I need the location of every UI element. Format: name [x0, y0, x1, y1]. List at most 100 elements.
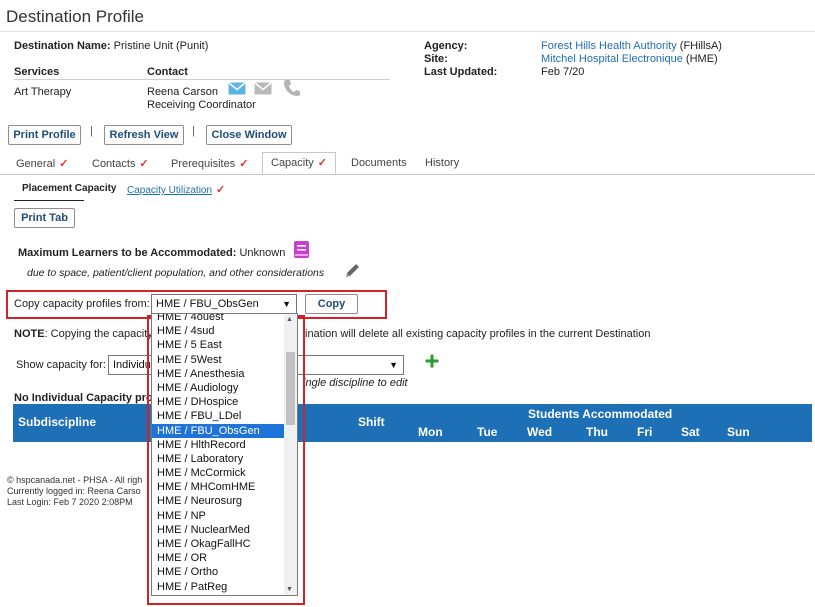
agency-label: Agency:	[424, 40, 468, 52]
agency-row: Forest Hills Health Authority (FHillsA)	[541, 40, 722, 52]
subtab-placement-capacity[interactable]: Placement Capacity	[22, 183, 117, 194]
max-learners-value: Unknown	[239, 247, 286, 259]
column-day-fri: Fri	[637, 425, 653, 439]
dropdown-option[interactable]: HME / FBU_LDel	[152, 409, 285, 423]
dropdown-option[interactable]: HME / Neurosurg	[152, 494, 285, 508]
dropdown-option[interactable]: HME / NP	[152, 509, 285, 523]
copy-profiles-selected: HME / FBU_ObsGen	[156, 298, 259, 310]
column-subdiscipline: Subdiscipline	[18, 415, 97, 429]
tab-label: General	[16, 158, 56, 170]
mail-icon[interactable]	[254, 82, 272, 98]
dropdown-option[interactable]: HME / McCormick	[152, 466, 285, 480]
scrollbar-thumb[interactable]	[286, 352, 295, 426]
print-tab-button[interactable]: Print Tab	[14, 208, 75, 228]
dropdown-option[interactable]: HME / 4sud	[152, 324, 285, 338]
dropdown-option[interactable]: HME / NuclearMed	[152, 523, 285, 537]
considerations-note: due to space, patient/client population,…	[27, 267, 325, 279]
column-day-sun: Sun	[727, 425, 750, 439]
toolbar-separator: |	[192, 125, 195, 137]
max-learners-label: Maximum Learners to be Accommodated:	[18, 247, 237, 259]
copy-profiles-label: Copy capacity profiles from:	[14, 298, 150, 310]
dropdown-option[interactable]: HME / FBU_ObsGen	[152, 423, 285, 438]
dropdown-scrollbar[interactable]: ▲ ▼	[284, 314, 297, 595]
phone-icon[interactable]	[283, 79, 301, 100]
tab-label: Prerequisites	[171, 158, 236, 170]
book-icon[interactable]	[293, 240, 310, 262]
column-shift: Shift	[358, 415, 385, 429]
check-icon: ✓	[216, 184, 226, 196]
scroll-up-icon[interactable]: ▲	[286, 316, 293, 323]
dropdown-option[interactable]: HME / 4ouest	[152, 314, 285, 324]
tab-documents[interactable]: Documents	[351, 157, 407, 169]
dropdown-option[interactable]: HME / DHospice	[152, 395, 285, 409]
column-day-tue: Tue	[477, 425, 498, 439]
refresh-view-button[interactable]: Refresh View	[104, 125, 184, 145]
toolbar-separator: |	[90, 125, 93, 137]
tab-prerequisites[interactable]: Prerequisites ✓	[171, 157, 248, 170]
add-icon[interactable]	[425, 354, 439, 371]
close-window-button[interactable]: Close Window	[206, 125, 292, 145]
dropdown-arrow-icon: ▼	[389, 360, 398, 370]
note-text-left: : Copying the capacity	[44, 328, 153, 340]
column-day-sat: Sat	[681, 425, 700, 439]
copy-note-left: NOTE: Copying the capacity	[14, 328, 153, 340]
contact-name: Reena Carson	[147, 86, 218, 98]
tab-history[interactable]: History	[425, 157, 459, 169]
tab-label: Contacts	[92, 158, 136, 170]
print-profile-button[interactable]: Print Profile	[8, 125, 81, 145]
dropdown-option[interactable]: HME / PatReg	[152, 580, 285, 594]
tab-contacts[interactable]: Contacts ✓	[92, 157, 149, 170]
destination-name-row: Destination Name: Pristine Unit (Punit)	[14, 40, 208, 52]
dropdown-option[interactable]: HME / Anesthesia	[152, 367, 285, 381]
dropdown-option[interactable]: HME / Laboratory	[152, 452, 285, 466]
tab-bar-border	[0, 174, 815, 175]
footer-copyright: © hspcanada.net - PHSA - All righ	[7, 475, 143, 485]
column-students-accommodated: Students Accommodated	[528, 407, 673, 421]
contact-role: Receiving Coordinator	[147, 99, 256, 111]
subtab-utilization-link[interactable]: Capacity Utilization	[127, 185, 212, 196]
copy-profiles-dropdown-list[interactable]: HME / 4ouest HME / 4sud HME / 5 East HME / …	[151, 313, 298, 596]
subtab-underline	[14, 200, 84, 201]
show-capacity-value: Individu	[113, 359, 151, 371]
site-link[interactable]: Mitchel Hospital Electronique	[541, 53, 683, 65]
dropdown-options: HME / 4ouest HME / 4sud HME / 5 East HME / …	[152, 314, 285, 594]
email-icon[interactable]	[228, 82, 246, 98]
dropdown-option[interactable]: HME / Ortho	[152, 565, 285, 579]
check-icon: ✓	[239, 158, 249, 170]
dropdown-option[interactable]: HME / OkagFallHC	[152, 537, 285, 551]
select-discipline-hint: ingle discipline to edit	[303, 377, 408, 389]
site-row: Mitchel Hospital Electronique (HME)	[541, 53, 718, 65]
service-name: Art Therapy	[14, 86, 72, 98]
dropdown-option[interactable]: HME / HlthRecord	[152, 438, 285, 452]
capacity-table-header: Subdiscipline Shift Students Accommodate…	[13, 404, 812, 442]
dropdown-option[interactable]: HME / MHComHME	[152, 480, 285, 494]
check-icon: ✓	[317, 157, 328, 169]
agency-link[interactable]: Forest Hills Health Authority	[541, 40, 677, 52]
last-updated-label: Last Updated:	[424, 66, 498, 78]
dropdown-option[interactable]: HME / 5West	[152, 353, 285, 367]
dropdown-option[interactable]: HME / OR	[152, 551, 285, 565]
dropdown-option[interactable]: HME / Audiology	[152, 381, 285, 395]
tab-label: History	[425, 157, 460, 169]
scroll-down-icon[interactable]: ▼	[286, 586, 293, 593]
column-day-thu: Thu	[586, 425, 608, 439]
copy-button[interactable]: Copy	[305, 294, 358, 314]
max-learners-row: Maximum Learners to be Accommodated: Unk…	[18, 247, 285, 259]
tab-general[interactable]: General ✓	[16, 157, 68, 170]
agency-abbr: (FHillsA)	[679, 40, 722, 52]
footer-last-login: Last Login: Feb 7 2020 2:08PM	[7, 497, 133, 507]
check-icon: ✓	[139, 158, 149, 170]
column-day-mon: Mon	[418, 425, 443, 439]
pencil-icon[interactable]	[344, 262, 361, 282]
dropdown-option[interactable]: HME / 5 East	[152, 338, 285, 352]
services-header: Services	[14, 66, 60, 78]
copy-profiles-select[interactable]: HME / FBU_ObsGen ▼	[151, 294, 297, 314]
destination-name-label: Destination Name:	[14, 40, 111, 52]
tab-capacity[interactable]: Capacity ✓	[262, 152, 337, 174]
note-label: NOTE	[14, 328, 45, 340]
destination-name-value: Pristine Unit (Punit)	[113, 40, 209, 52]
site-label: Site:	[424, 53, 448, 65]
copy-note-right: ination will delete all existing capacit…	[305, 328, 651, 340]
contact-header: Contact	[147, 66, 188, 78]
subtab-capacity-utilization[interactable]: Capacity Utilization ✓	[127, 183, 225, 196]
